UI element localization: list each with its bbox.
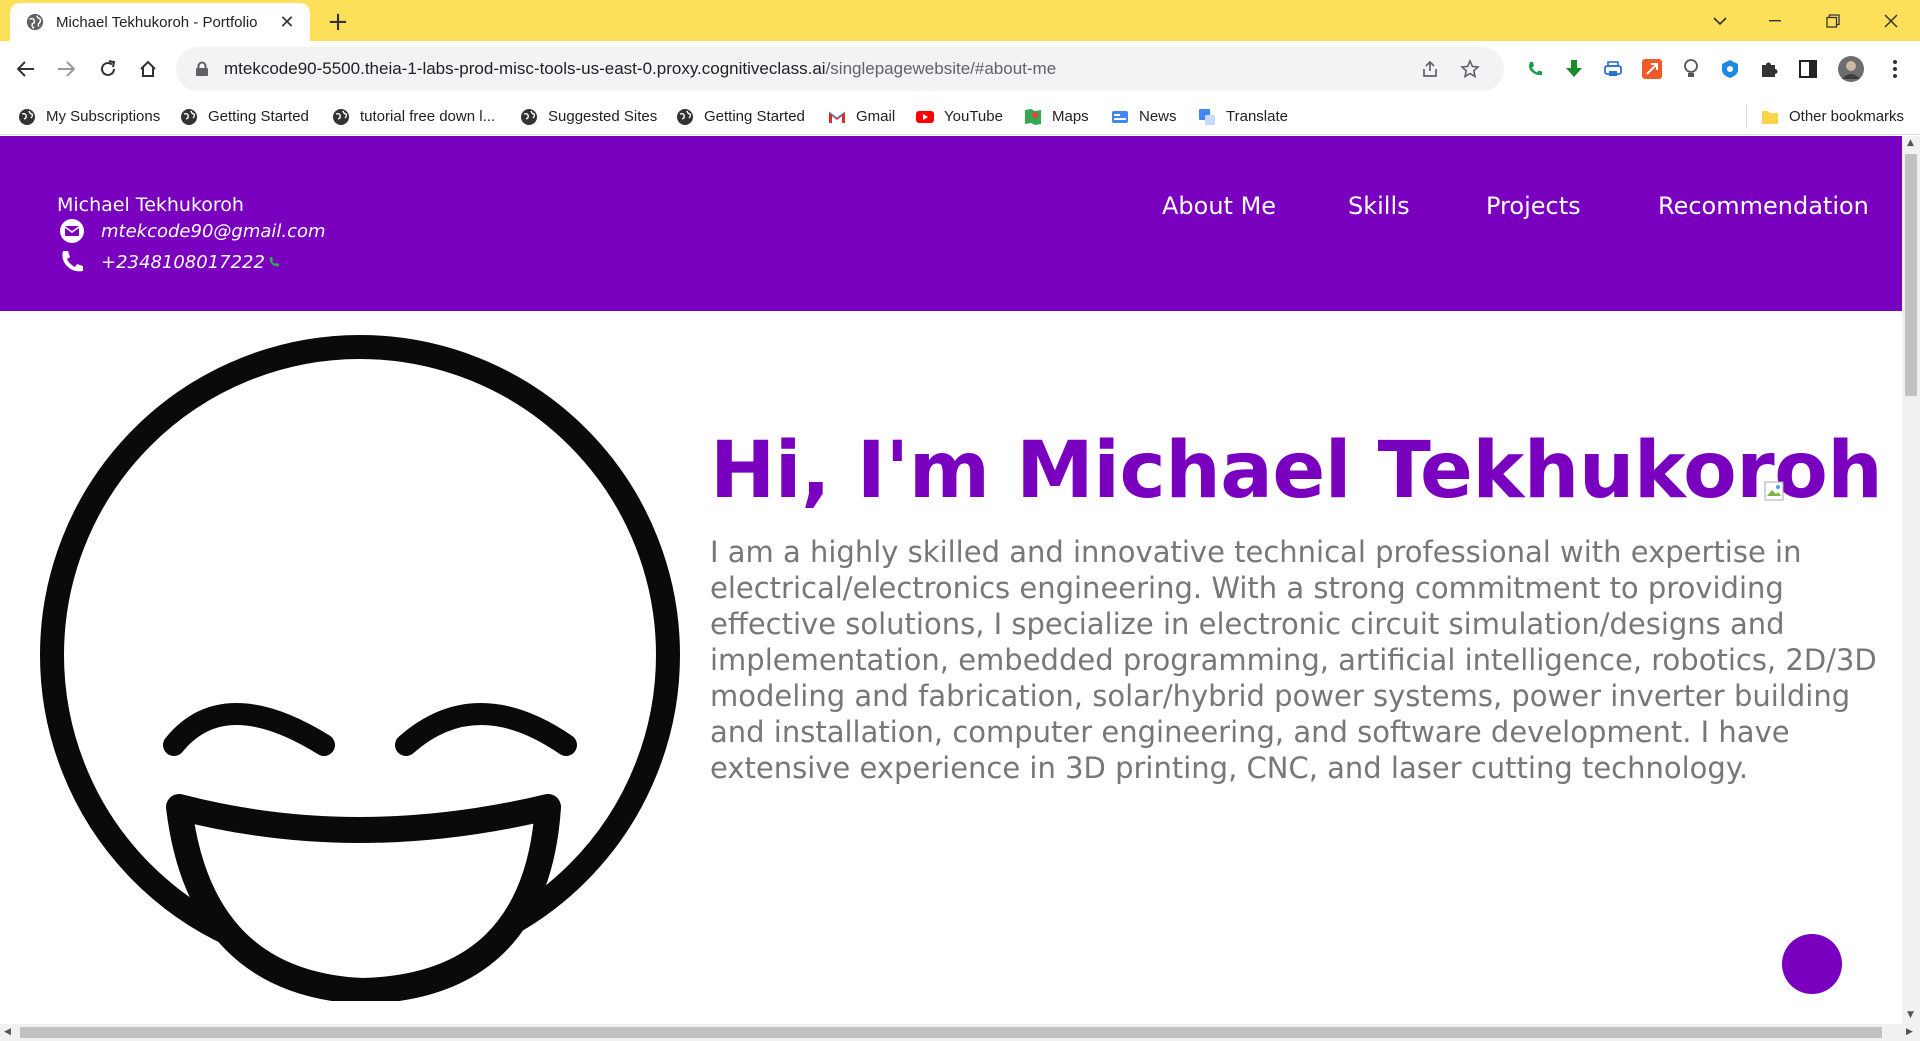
- bookmark-gmail[interactable]: Gmail: [828, 104, 895, 129]
- bookmark-my-subscriptions[interactable]: My Subscriptions: [18, 104, 160, 129]
- profile-avatar[interactable]: [1836, 54, 1866, 84]
- vertical-scrollbar[interactable]: ▲ ▼: [1902, 136, 1920, 1024]
- nav-projects[interactable]: Projects: [1486, 192, 1581, 220]
- more-menu-icon[interactable]: [1880, 54, 1910, 84]
- globe-icon: [333, 108, 349, 125]
- scroll-right-icon[interactable]: ▶: [1906, 1027, 1913, 1037]
- broken-image-icon: [1764, 481, 1784, 501]
- horizontal-scrollbar[interactable]: ◀ ▶: [0, 1024, 1920, 1041]
- address-bar[interactable]: mtekcode90-5500.theia-1-labs-prod-misc-t…: [176, 47, 1504, 91]
- floating-action-button[interactable]: [1782, 934, 1842, 994]
- bookmarks-bar: My Subscriptions Getting Started tutoria…: [0, 98, 1920, 135]
- bookmark-tutorial[interactable]: tutorial free down l...: [332, 104, 495, 129]
- close-tab-icon[interactable]: ✕: [276, 12, 298, 33]
- folder-icon: [1762, 110, 1778, 124]
- back-arrow-icon[interactable]: [10, 53, 42, 85]
- bookmark-suggested-sites[interactable]: Suggested Sites: [520, 104, 657, 129]
- reload-icon[interactable]: [92, 53, 124, 85]
- profile-smiley-image: [16, 311, 706, 1004]
- contact-email[interactable]: mtekcode90@gmail.com: [101, 221, 326, 242]
- news-icon: [1112, 110, 1128, 123]
- new-tab-button[interactable]: +: [322, 6, 354, 38]
- whatsapp-icon: [269, 257, 279, 267]
- tab-search-icon[interactable]: [1697, 0, 1743, 41]
- translate-icon: [1199, 108, 1215, 125]
- lock-icon: [196, 61, 208, 76]
- browser-titlebar: Michael Tekhukoroh - Portfolio ✕ +: [0, 0, 1920, 41]
- phone-extension-icon[interactable]: [1520, 54, 1550, 84]
- globe-icon: [521, 108, 537, 125]
- bookmark-getting-started-2[interactable]: Getting Started: [676, 104, 805, 129]
- browser-tab[interactable]: Michael Tekhukoroh - Portfolio ✕: [10, 3, 310, 41]
- nav-recommendation[interactable]: Recommendation: [1658, 192, 1869, 220]
- globe-icon: [26, 13, 44, 31]
- bookmark-maps[interactable]: Maps: [1024, 104, 1089, 129]
- bookmark-news[interactable]: News: [1111, 104, 1177, 129]
- restore-icon[interactable]: [1810, 0, 1856, 41]
- nav-about-me[interactable]: About Me: [1162, 192, 1276, 220]
- tab-title: Michael Tekhukoroh - Portfolio: [56, 13, 258, 31]
- site-header: Michael Tekhukoroh mtekcode90@gmail.com …: [0, 136, 1902, 311]
- forward-arrow-icon[interactable]: [50, 53, 82, 85]
- globe-icon: [19, 108, 35, 125]
- launch-extension-icon[interactable]: [1637, 54, 1667, 84]
- minimize-icon[interactable]: [1752, 0, 1798, 41]
- side-panel-icon[interactable]: [1793, 54, 1823, 84]
- contact-email-row: mtekcode90@gmail.com: [57, 218, 326, 244]
- bookmark-translate[interactable]: Translate: [1198, 104, 1288, 129]
- bio-paragraph: I am a highly skilled and innovative tec…: [710, 535, 1877, 785]
- bulb-extension-icon[interactable]: [1676, 54, 1706, 84]
- other-bookmarks[interactable]: Other bookmarks: [1746, 104, 1904, 129]
- smiley-face-icon: [40, 335, 680, 1004]
- nav-skills[interactable]: Skills: [1348, 192, 1410, 220]
- contact-phone-row: +2348108017222: [57, 249, 280, 275]
- envelope-icon: [57, 218, 87, 244]
- phone-icon: [57, 249, 87, 275]
- bookmark-getting-started[interactable]: Getting Started: [180, 104, 309, 129]
- globe-icon: [677, 108, 693, 125]
- horizontal-scroll-thumb[interactable]: [20, 1027, 1882, 1038]
- download-extension-icon[interactable]: [1559, 54, 1589, 84]
- url-text: mtekcode90-5500.theia-1-labs-prod-misc-t…: [224, 59, 1057, 78]
- globe-icon: [181, 108, 197, 125]
- page-viewport: Michael Tekhukoroh mtekcode90@gmail.com …: [0, 136, 1902, 1024]
- scroll-left-icon[interactable]: ◀: [4, 1027, 11, 1037]
- bookmark-star-icon[interactable]: [1450, 54, 1490, 84]
- extensions-puzzle-icon[interactable]: [1754, 54, 1784, 84]
- close-window-icon[interactable]: [1868, 0, 1914, 41]
- gmail-icon: [828, 111, 846, 123]
- browser-toolbar: mtekcode90-5500.theia-1-labs-prod-misc-t…: [0, 41, 1920, 98]
- print-extension-icon[interactable]: [1598, 54, 1628, 84]
- contact-phone[interactable]: +2348108017222: [101, 252, 265, 273]
- scroll-down-icon[interactable]: ▼: [1907, 1010, 1914, 1020]
- contact-name: Michael Tekhukoroh: [57, 194, 244, 216]
- scroll-up-icon[interactable]: ▲: [1907, 138, 1914, 148]
- youtube-icon: [916, 110, 934, 123]
- home-icon[interactable]: [132, 53, 164, 85]
- vertical-scroll-thumb[interactable]: [1905, 154, 1917, 396]
- shield-extension-icon[interactable]: [1715, 54, 1745, 84]
- maps-icon: [1025, 108, 1041, 125]
- hero-headline: Hi, I'm Michael Tekhukoroh: [710, 426, 1883, 516]
- bookmark-youtube[interactable]: YouTube: [916, 104, 1003, 129]
- share-icon[interactable]: [1410, 54, 1450, 84]
